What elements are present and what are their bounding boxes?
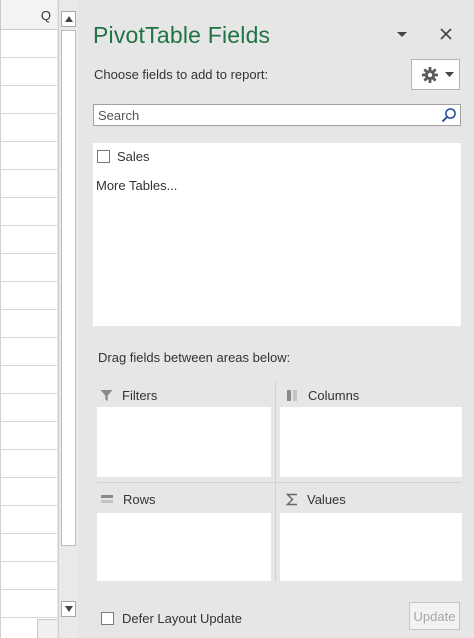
more-tables-link[interactable]: More Tables... [96,178,177,193]
search-box[interactable] [93,104,461,126]
field-sales-checkbox[interactable] [97,149,110,163]
rows-area-header: Rows [100,488,156,510]
triangle-up-icon [65,16,73,22]
chevron-down-icon [445,72,454,77]
column-header-q[interactable]: Q [0,0,57,30]
update-button[interactable]: Update [409,602,460,630]
search-input[interactable] [94,105,434,125]
field-sales-label: Sales [117,148,150,164]
rows-icon [101,495,113,503]
close-pane-button[interactable] [437,25,455,43]
vertical-scrollbar[interactable] [58,0,78,638]
filters-label: Filters [122,387,158,403]
filters-drop-area[interactable] [97,407,271,477]
defer-layout-checkbox[interactable] [101,611,114,625]
values-label: Values [307,491,346,507]
scrollbar-thumb[interactable] [61,30,76,546]
scroll-down-button[interactable] [61,601,76,617]
tools-button[interactable] [411,59,460,90]
field-list: Sales More Tables... [93,143,461,326]
columns-drop-area[interactable] [280,407,462,477]
column-letter: Q [40,8,51,23]
close-icon [440,28,452,40]
pane-options-dropdown[interactable] [392,26,412,42]
area-divider-horizontal [97,482,462,483]
choose-fields-label: Choose fields to add to report: [94,67,269,82]
columns-label: Columns [308,387,360,403]
rows-drop-area[interactable] [97,513,271,581]
defer-layout-update-option[interactable]: Defer Layout Update [101,608,242,628]
values-drop-area[interactable] [280,513,462,581]
gear-icon [422,67,438,83]
sheet-corner [37,619,57,638]
filters-area-header: Filters [100,384,157,406]
sigma-icon [286,493,297,505]
triangle-down-icon [65,606,73,612]
caret-down-icon [397,32,407,37]
drag-fields-label: Drag fields between areas below: [98,350,291,365]
columns-area-header: Columns [286,384,359,406]
rows-label: Rows [123,491,156,507]
worksheet-grid[interactable]: Q [0,0,57,638]
filter-icon [100,389,113,401]
cell-rows[interactable] [0,30,57,638]
defer-layout-label: Defer Layout Update [122,610,242,626]
values-area-header: Values [286,488,346,510]
search-icon[interactable] [441,107,457,123]
pivottable-fields-pane: PivotTable Fields Choose fields to add t… [79,0,474,638]
field-item-sales[interactable]: Sales [97,146,150,166]
pane-title: PivotTable Fields [93,22,271,48]
scroll-up-button[interactable] [61,11,76,27]
columns-icon [287,389,297,401]
